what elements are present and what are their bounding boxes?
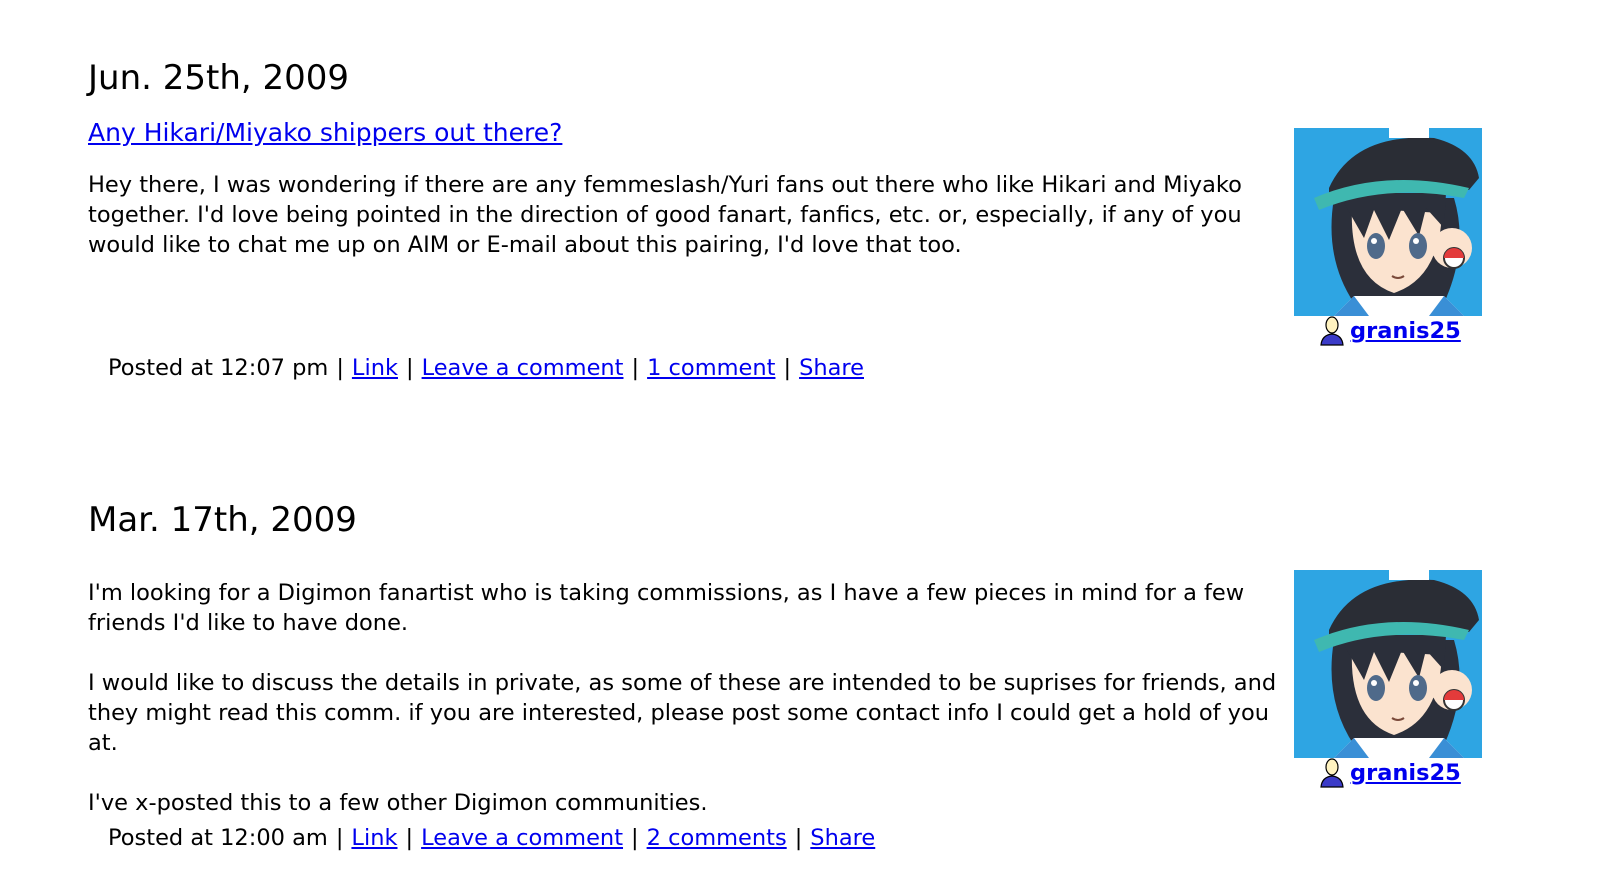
- trainer-avatar-icon: [1294, 128, 1482, 316]
- entry-date: Mar. 17th, 2009: [88, 500, 357, 540]
- entry-paragraph: I'm looking for a Digimon fanartist who …: [88, 580, 1245, 636]
- separator: |: [335, 825, 344, 851]
- entry-paragraph: Hey there, I was wondering if there are …: [88, 172, 1242, 258]
- userpic[interactable]: [1294, 570, 1482, 758]
- comment-count-link[interactable]: 2 comments: [647, 825, 787, 851]
- poster-name[interactable]: granis25: [1350, 760, 1461, 786]
- separator: |: [336, 355, 344, 381]
- user-icon: [1320, 316, 1344, 346]
- userpic[interactable]: [1294, 128, 1482, 316]
- separator: |: [631, 825, 639, 851]
- entry-date: Jun. 25th, 2009: [88, 58, 350, 98]
- entry-body: I'm looking for a Digimon fanartist who …: [88, 578, 1283, 818]
- entry-link[interactable]: Link: [351, 825, 397, 851]
- poster-link[interactable]: granis25: [1316, 316, 1461, 346]
- leave-comment-link[interactable]: Leave a comment: [422, 355, 624, 381]
- leave-comment-link[interactable]: Leave a comment: [421, 825, 623, 851]
- trainer-avatar-icon: [1294, 570, 1482, 758]
- entry-footer: Posted at 12:00 am | Link | Leave a comment |…: [108, 825, 875, 851]
- entry-paragraph: I've x-posted this to a few other Digimo…: [88, 790, 708, 816]
- entry-link[interactable]: Link: [352, 355, 398, 381]
- poster-link[interactable]: granis25: [1316, 758, 1461, 788]
- entry-footer: Posted at 12:07 pm | Link | Leave a comment |…: [108, 355, 864, 381]
- entry-title-link[interactable]: Any Hikari/Miyako shippers out there?: [88, 118, 562, 147]
- entry-body: Hey there, I was wondering if there are …: [88, 170, 1283, 260]
- posted-time: Posted at 12:07 pm: [108, 355, 329, 381]
- separator: |: [783, 355, 792, 381]
- separator: |: [405, 825, 414, 851]
- separator: |: [794, 825, 803, 851]
- comment-count-link[interactable]: 1 comment: [647, 355, 775, 381]
- separator: |: [405, 355, 414, 381]
- share-link[interactable]: Share: [799, 355, 864, 381]
- separator: |: [631, 355, 640, 381]
- poster-name[interactable]: granis25: [1350, 318, 1461, 344]
- posted-time: Posted at 12:00 am: [108, 825, 328, 851]
- entry-paragraph: I would like to discuss the details in p…: [88, 670, 1277, 756]
- user-icon: [1320, 758, 1344, 788]
- share-link[interactable]: Share: [810, 825, 875, 851]
